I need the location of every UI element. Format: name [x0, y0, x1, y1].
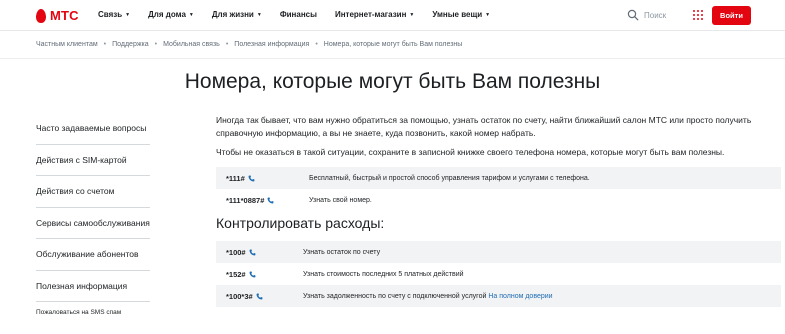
sidebar-item-label: Действия с SIM-картой [36, 154, 127, 165]
breadcrumb-current: Номера, которые могут быть Вам полезны [323, 41, 463, 48]
sidebar-subitem-sms-spam[interactable]: Пожаловаться на SMS спам [36, 309, 150, 316]
number-description: Узнать стоимость последних 5 платных дей… [303, 270, 464, 278]
nav-item-umnye-veshchi[interactable]: Умные вещи ▼ [432, 10, 490, 19]
search-label: Поиск [644, 10, 667, 20]
nav-label: Интернет-магазин [334, 10, 407, 19]
apps-grid-icon[interactable] [693, 10, 703, 20]
phone-icon [249, 271, 256, 277]
caret-down-icon: ▼ [485, 11, 491, 18]
login-button[interactable]: Войти [712, 6, 751, 25]
phone-number[interactable]: *152# [216, 270, 303, 279]
sidebar-item-sim[interactable]: Действия с SIM-картой [36, 145, 150, 176]
breadcrumb-separator-icon: • [154, 41, 158, 48]
description-text: Узнать задолженность по счету с подключе… [303, 292, 487, 300]
table-row: *100*3# Узнать задолженность по счету с … [216, 285, 781, 307]
number-text: *111# [226, 173, 245, 183]
sidebar-item-self-service[interactable]: Сервисы самообслуживания [36, 208, 150, 239]
breadcrumb-separator-icon: • [315, 41, 318, 48]
breadcrumb-item[interactable]: Полезная информация [234, 41, 309, 48]
sidebar-item-label: Действия со счетом [36, 186, 115, 197]
site-header: МТС Связь ▼ Для дома ▼ Для жизни ▼ Финансы … [0, 0, 785, 31]
sidebar-item-faq[interactable]: Часто задаваемые вопросы [36, 113, 150, 145]
intro-paragraph: Иногда так бывает, что вам нужно обратит… [216, 115, 752, 138]
sidebar: Часто задаваемые вопросы Действия с SIM-… [36, 113, 150, 316]
nav-label: Связь [98, 10, 123, 19]
nav-label: Финансы [279, 10, 317, 19]
breadcrumb-item[interactable]: Мобильная связь [163, 41, 220, 48]
search-icon [627, 9, 639, 21]
table-row: *111# Бесплатный, быстрый и простой спос… [216, 167, 781, 189]
nav-item-internet-magazin[interactable]: Интернет-магазин ▼ [335, 10, 414, 19]
phone-number[interactable]: *111*0887# [216, 196, 309, 205]
sidebar-item-account[interactable]: Действия со счетом [36, 176, 150, 208]
number-description: Бесплатный, быстрый и простой способ упр… [309, 174, 590, 182]
nav-item-finansy[interactable]: Финансы [280, 10, 317, 19]
table-row: *111*0887# Узнать свой номер. [216, 189, 781, 211]
nav-label: Для жизни [211, 10, 254, 19]
sidebar-item-label: Обслуживание абонентов [36, 249, 139, 260]
main-nav: Связь ▼ Для дома ▼ Для жизни ▼ Финансы Инте… [98, 10, 490, 19]
breadcrumb-separator-icon: • [225, 41, 229, 48]
logo-text: МТС [50, 8, 79, 23]
caret-down-icon: ▼ [409, 11, 415, 18]
caret-down-icon: ▼ [188, 11, 194, 18]
nav-item-dlya-doma[interactable]: Для дома ▼ [148, 10, 194, 19]
sidebar-item-label: Часто задаваемые вопросы [36, 123, 147, 134]
number-description: Узнать задолженность по счету с подключе… [303, 293, 553, 300]
sidebar-item-label: Полезная информация [36, 280, 128, 291]
na-polnom-doverii-link[interactable]: На полном доверии [488, 293, 552, 300]
phone-icon [267, 197, 274, 203]
number-text: *152# [226, 269, 246, 279]
nav-label: Умные вещи [432, 10, 483, 19]
main-content: Иногда так бывает, что вам нужно обратит… [216, 114, 781, 307]
breadcrumb: Частным клиентам • Поддержка • Мобильная… [36, 41, 462, 48]
nav-label: Для дома [148, 10, 186, 19]
page-title: Номера, которые могут быть Вам полезны [184, 70, 601, 93]
phone-icon [249, 249, 256, 255]
caret-down-icon: ▼ [125, 11, 131, 18]
breadcrumb-item[interactable]: Частным клиентам [36, 41, 98, 48]
number-text: *100*3# [226, 291, 253, 301]
phone-number[interactable]: *100*3# [216, 292, 303, 301]
number-description: Узнать остаток по счету [303, 248, 381, 256]
breadcrumb-separator-icon: • [103, 41, 107, 48]
number-description: Узнать свой номер. [309, 196, 372, 204]
phone-number[interactable]: *111# [216, 174, 309, 183]
caret-down-icon: ▼ [256, 11, 262, 18]
sidebar-item-customer-service[interactable]: Обслуживание абонентов [36, 239, 150, 271]
breadcrumb-divider [0, 58, 785, 59]
number-text: *111*0887# [226, 195, 265, 205]
nav-item-svyaz[interactable]: Связь ▼ [98, 10, 130, 19]
number-text: *100# [226, 247, 246, 257]
sidebar-item-useful-info[interactable]: Полезная информация [36, 271, 150, 302]
breadcrumb-item[interactable]: Поддержка [112, 41, 149, 48]
nav-item-dlya-zhizni[interactable]: Для жизни ▼ [212, 10, 262, 19]
phone-number[interactable]: *100# [216, 248, 303, 257]
numbers-table: *111# Бесплатный, быстрый и простой спос… [216, 167, 781, 211]
sidebar-item-label: Сервисы самообслуживания [36, 217, 150, 228]
mts-egg-icon [36, 8, 46, 23]
section-title: Контролировать расходы: [216, 215, 385, 231]
phone-icon [256, 293, 263, 299]
phone-icon [248, 175, 255, 181]
intro-paragraph: Чтобы не оказаться в такой ситуации, сох… [216, 147, 725, 157]
expenses-table: *100# Узнать остаток по счету *152# Узна… [216, 241, 781, 307]
mts-logo[interactable]: МТС [36, 8, 79, 23]
table-row: *152# Узнать стоимость последних 5 платн… [216, 263, 781, 285]
search-button[interactable]: Поиск [627, 9, 666, 21]
table-row: *100# Узнать остаток по счету [216, 241, 781, 263]
